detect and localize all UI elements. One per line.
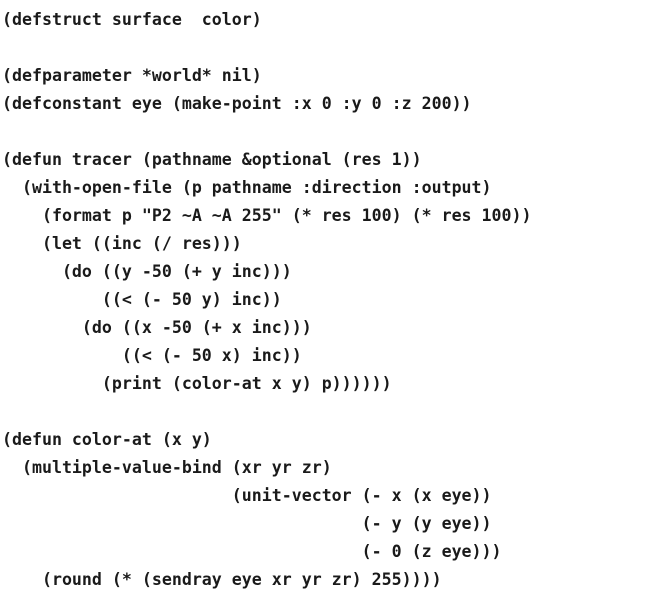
code-line: (format p "P2 ~A ~A 255" (* res 100) (* …	[2, 206, 532, 225]
code-line: (do ((y -50 (+ y inc)))	[2, 262, 292, 281]
code-line: (defconstant eye (make-point :x 0 :y 0 :…	[2, 94, 472, 113]
code-line: (let ((inc (/ res)))	[2, 234, 242, 253]
code-line: (multiple-value-bind (xr yr zr)	[2, 458, 332, 477]
code-line: (defparameter *world* nil)	[2, 66, 262, 85]
code-line: (with-open-file (p pathname :direction :…	[2, 178, 492, 197]
code-line: (unit-vector (- x (x eye))	[2, 486, 492, 505]
code-line: ((< (- 50 y) inc))	[2, 290, 282, 309]
code-line: ((< (- 50 x) inc))	[2, 346, 302, 365]
code-line: (print (color-at x y) p))))))	[2, 374, 392, 393]
code-line: (- 0 (z eye)))	[2, 542, 502, 561]
code-line: (round (* (sendray eye xr yr zr) 255))))	[2, 570, 442, 589]
code-line: (defun tracer (pathname &optional (res 1…	[2, 150, 422, 169]
code-line: (do ((x -50 (+ x inc)))	[2, 318, 312, 337]
code-line: (- y (y eye))	[2, 514, 492, 533]
code-line: (defstruct surface color)	[2, 10, 262, 29]
code-line: (defun color-at (x y)	[2, 430, 212, 449]
